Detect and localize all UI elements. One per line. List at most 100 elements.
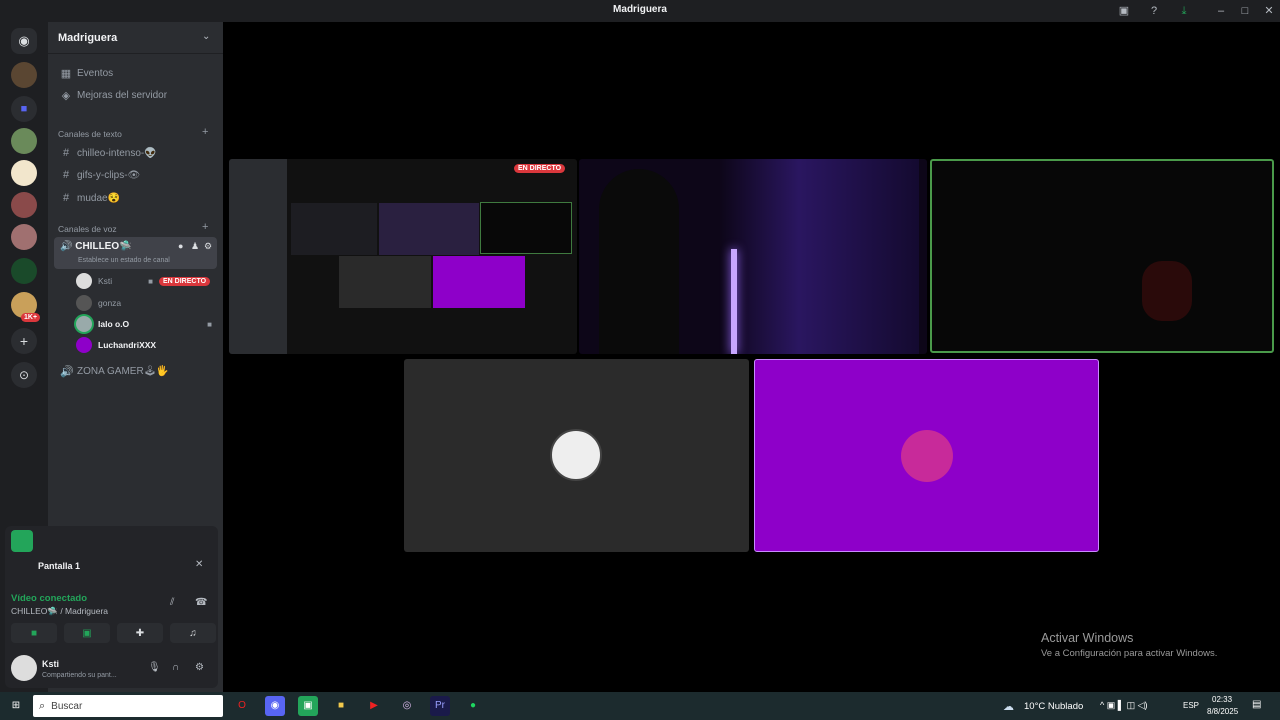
add-channel-icon[interactable]: + <box>202 221 208 233</box>
screen-share-tile[interactable]: EN DIRECTO <box>229 159 577 354</box>
live-badge: EN DIRECTO <box>159 276 211 286</box>
add-channel-icon[interactable]: + <box>202 126 208 138</box>
voice-user[interactable]: lalo o.O ■ <box>76 314 218 334</box>
user-status: Compartiendo su pant... <box>42 672 117 679</box>
window-title: Madriguera <box>613 4 667 15</box>
clock-time[interactable]: 02:33 <box>1212 695 1232 704</box>
voice-channel-item[interactable]: 🔊 ZONA GAMER🕹🖐 <box>54 361 218 381</box>
media-player-icon[interactable]: ▶ <box>364 696 384 716</box>
calendar-icon: ▦ <box>60 67 72 80</box>
discord-home-icon[interactable]: ◉ <box>11 28 37 54</box>
mic-icon[interactable]: 🎙 <box>148 662 161 673</box>
add-server-icon[interactable]: + <box>11 328 37 354</box>
voice-actions: ■ ▣ ✚ ♫ <box>11 623 216 643</box>
weather[interactable]: 10°C Nublado <box>1024 701 1083 712</box>
led-light <box>731 249 737 354</box>
participant-tile[interactable] <box>404 359 749 552</box>
channel-status[interactable]: Establece un estado de canal <box>78 257 170 264</box>
channel-item[interactable]: # gifs-y-clips-👁 <box>54 165 218 185</box>
server-madriguera-icon[interactable] <box>11 62 37 88</box>
clock-date[interactable]: 8/8/2025 <box>1207 707 1238 716</box>
premiere-icon[interactable]: Pr <box>430 696 450 716</box>
chat-icon[interactable]: ● <box>178 241 183 251</box>
avatar <box>76 295 92 311</box>
nested-tile <box>291 203 377 255</box>
voice-channel-label: 🔊 CHILLEO🛸 <box>60 241 132 252</box>
chevron-down-icon[interactable]: ⌄ <box>202 31 210 42</box>
headphones-icon[interactable]: ∩ <box>172 662 179 673</box>
avatar[interactable] <box>11 655 37 681</box>
server-icon[interactable] <box>11 224 37 250</box>
windows-start-icon[interactable]: ⊞ <box>6 696 26 716</box>
camera-icon: ■ <box>207 319 212 329</box>
nested-tile <box>433 256 525 308</box>
steam-icon[interactable]: ◎ <box>397 696 417 716</box>
notification-icon[interactable]: ▤ <box>1252 699 1261 710</box>
video-feed <box>719 159 919 354</box>
search-box[interactable]: ⌕ Buscar <box>33 695 223 717</box>
maximize-icon[interactable]: □ <box>1238 4 1252 18</box>
voice-user[interactable]: Ksti ■ EN DIRECTO <box>76 271 218 291</box>
speaker-icon: 🔊 <box>60 365 74 378</box>
minimize-icon[interactable]: – <box>1214 4 1228 18</box>
stream-name: Pantalla 1 <box>38 561 81 571</box>
avatar <box>76 273 92 289</box>
settings-icon[interactable]: ⚙ <box>195 662 204 673</box>
video-feed <box>1142 261 1192 321</box>
search-placeholder: Buscar <box>51 700 83 712</box>
help-icon[interactable]: ? <box>1147 4 1161 18</box>
add-member-icon[interactable]: ♟ <box>191 241 199 252</box>
camera-tile[interactable] <box>579 159 927 354</box>
disconnect-icon[interactable]: ☎ <box>195 597 207 608</box>
avatar <box>76 337 92 353</box>
server-icon[interactable] <box>11 160 37 186</box>
connected-channel[interactable]: CHILLEO🛸 / Madriguera <box>11 606 108 617</box>
discover-icon[interactable]: ⊙ <box>11 362 37 388</box>
text-category[interactable]: Canales de texto <box>58 129 122 139</box>
server-header[interactable]: Madriguera ⌄ <box>48 22 223 54</box>
nested-sidebar <box>229 159 287 354</box>
connection-status[interactable]: Vídeo conectado <box>11 593 87 604</box>
camera-tile-speaking[interactable] <box>930 159 1274 353</box>
tray-icons[interactable]: ^ ▣ ▌ ◫ ◁) <box>1100 700 1148 711</box>
voice-user[interactable]: gonza <box>76 293 218 313</box>
gear-icon[interactable]: ⚙ <box>204 241 212 252</box>
noise-suppression-icon[interactable]: ⫽ <box>170 597 174 608</box>
server-icon[interactable] <box>11 258 37 284</box>
voice-channel-active[interactable]: 🔊 CHILLEO🛸 ● ♟ ⚙ Establece un estado de … <box>54 237 217 269</box>
server-icon[interactable] <box>11 128 37 154</box>
user-name: Ksti <box>98 276 113 286</box>
inbox-icon[interactable]: ▣ <box>1117 4 1131 18</box>
boosts-item[interactable]: ◈ Mejoras del servidor <box>54 85 218 105</box>
download-icon[interactable]: ⤓ <box>1177 4 1191 18</box>
discord-app-icon[interactable]: ◉ <box>265 696 285 716</box>
participant-tile[interactable] <box>754 359 1099 552</box>
voice-user[interactable]: LuchandriXXX <box>76 335 218 355</box>
channel-item[interactable]: # mudae😵 <box>54 188 218 208</box>
channel-label: chilleo-intenso-👽 <box>77 147 157 159</box>
events-item[interactable]: ▦ Eventos <box>54 63 218 83</box>
folder-icon[interactable]: ■ <box>11 96 37 122</box>
stop-stream-icon[interactable]: ✕ <box>195 559 203 570</box>
user-name: lalo o.O <box>98 319 130 329</box>
file-explorer-icon[interactable]: ■ <box>331 696 351 716</box>
voice-category[interactable]: Canales de voz <box>58 224 117 234</box>
activity-button[interactable]: ✚ <box>117 623 163 643</box>
avatar <box>550 429 602 481</box>
stream-preview-icon <box>11 530 33 552</box>
server-icon[interactable] <box>11 192 37 218</box>
soundboard-button[interactable]: ♫ <box>170 623 216 643</box>
avatar <box>76 316 92 332</box>
language-indicator[interactable]: ESP <box>1183 701 1199 710</box>
screenshare-button[interactable]: ▣ <box>64 623 110 643</box>
channel-item[interactable]: # chilleo-intenso-👽 <box>54 143 218 163</box>
close-icon[interactable]: ✕ <box>1262 4 1276 18</box>
hashtag-icon: # <box>62 147 70 159</box>
spotify-icon[interactable]: ● <box>463 696 483 716</box>
app-icon[interactable]: ▣ <box>298 696 318 716</box>
boost-icon: ◈ <box>61 89 71 102</box>
avatar <box>901 430 953 482</box>
camera-button[interactable]: ■ <box>11 623 57 643</box>
activate-windows-title: Activar Windows <box>1041 631 1134 645</box>
opera-icon[interactable]: O <box>232 696 252 716</box>
